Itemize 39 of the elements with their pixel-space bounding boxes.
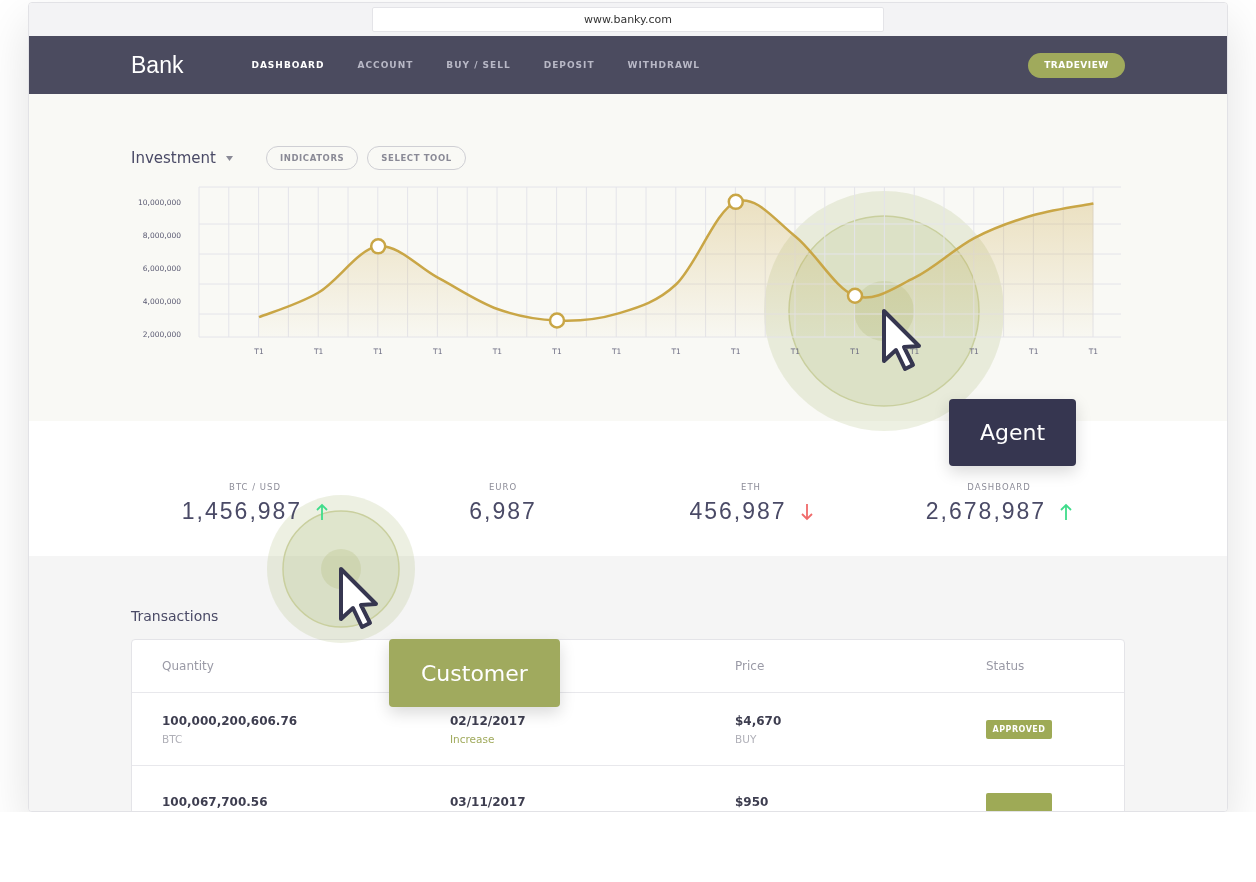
tradeview-button[interactable]: TRADEVIEW <box>1028 52 1125 78</box>
caret-icon[interactable] <box>225 155 233 161</box>
nav-link[interactable]: DEPOSIT <box>543 60 595 70</box>
table-cell-text: 02/12/2017 <box>450 713 527 728</box>
stat-value: 456,987 <box>689 498 787 525</box>
column-header: Status <box>986 659 1026 673</box>
nav-link[interactable]: DASHBOARD <box>251 60 325 70</box>
stat-value: 6,987 <box>469 498 537 525</box>
url-field[interactable]: www.banky.com <box>372 7 884 32</box>
data-point <box>727 193 745 211</box>
cursor-icon <box>882 309 921 371</box>
data-point <box>369 238 387 255</box>
column-header: Price <box>735 659 766 673</box>
table-cell-text: 100,000,200,606.76 <box>162 713 299 728</box>
pointer-label: Customer <box>389 639 560 707</box>
stat-label: ETH <box>741 482 761 492</box>
pointer-label: Agent <box>949 399 1077 466</box>
stat-label: EURO <box>488 482 518 492</box>
stat-value: 1,456,987 <box>181 498 303 525</box>
table-cell-text: $950 <box>735 795 770 809</box>
cursor-icon <box>339 567 378 629</box>
data-point <box>846 287 864 305</box>
section-title: Transactions <box>131 608 220 624</box>
chart-title[interactable]: Investment <box>131 149 216 167</box>
data-point <box>548 312 566 329</box>
stat-label: BTC / USD <box>229 482 281 492</box>
table-cell-text: 03/11/2017 <box>450 795 527 809</box>
table-cell-text: BTC <box>162 732 184 745</box>
nav-link[interactable]: ACCOUNT <box>357 60 414 70</box>
stat-value: 2,678,987 <box>925 498 1047 525</box>
table-cell-text: $4,670 <box>735 713 783 728</box>
table-cell-text: Increase <box>450 732 496 745</box>
nav-link[interactable]: WITHDRAWL <box>627 60 701 70</box>
table-cell-text: BUY <box>735 732 758 745</box>
stat-label: DASHBOARD <box>967 482 1031 492</box>
table-cell-text: 100,067,700.56 <box>162 795 269 809</box>
nav-link[interactable]: BUY / SELL <box>446 60 511 70</box>
status-badge: APPROVED <box>986 719 1052 739</box>
logo: Bank <box>131 51 184 79</box>
